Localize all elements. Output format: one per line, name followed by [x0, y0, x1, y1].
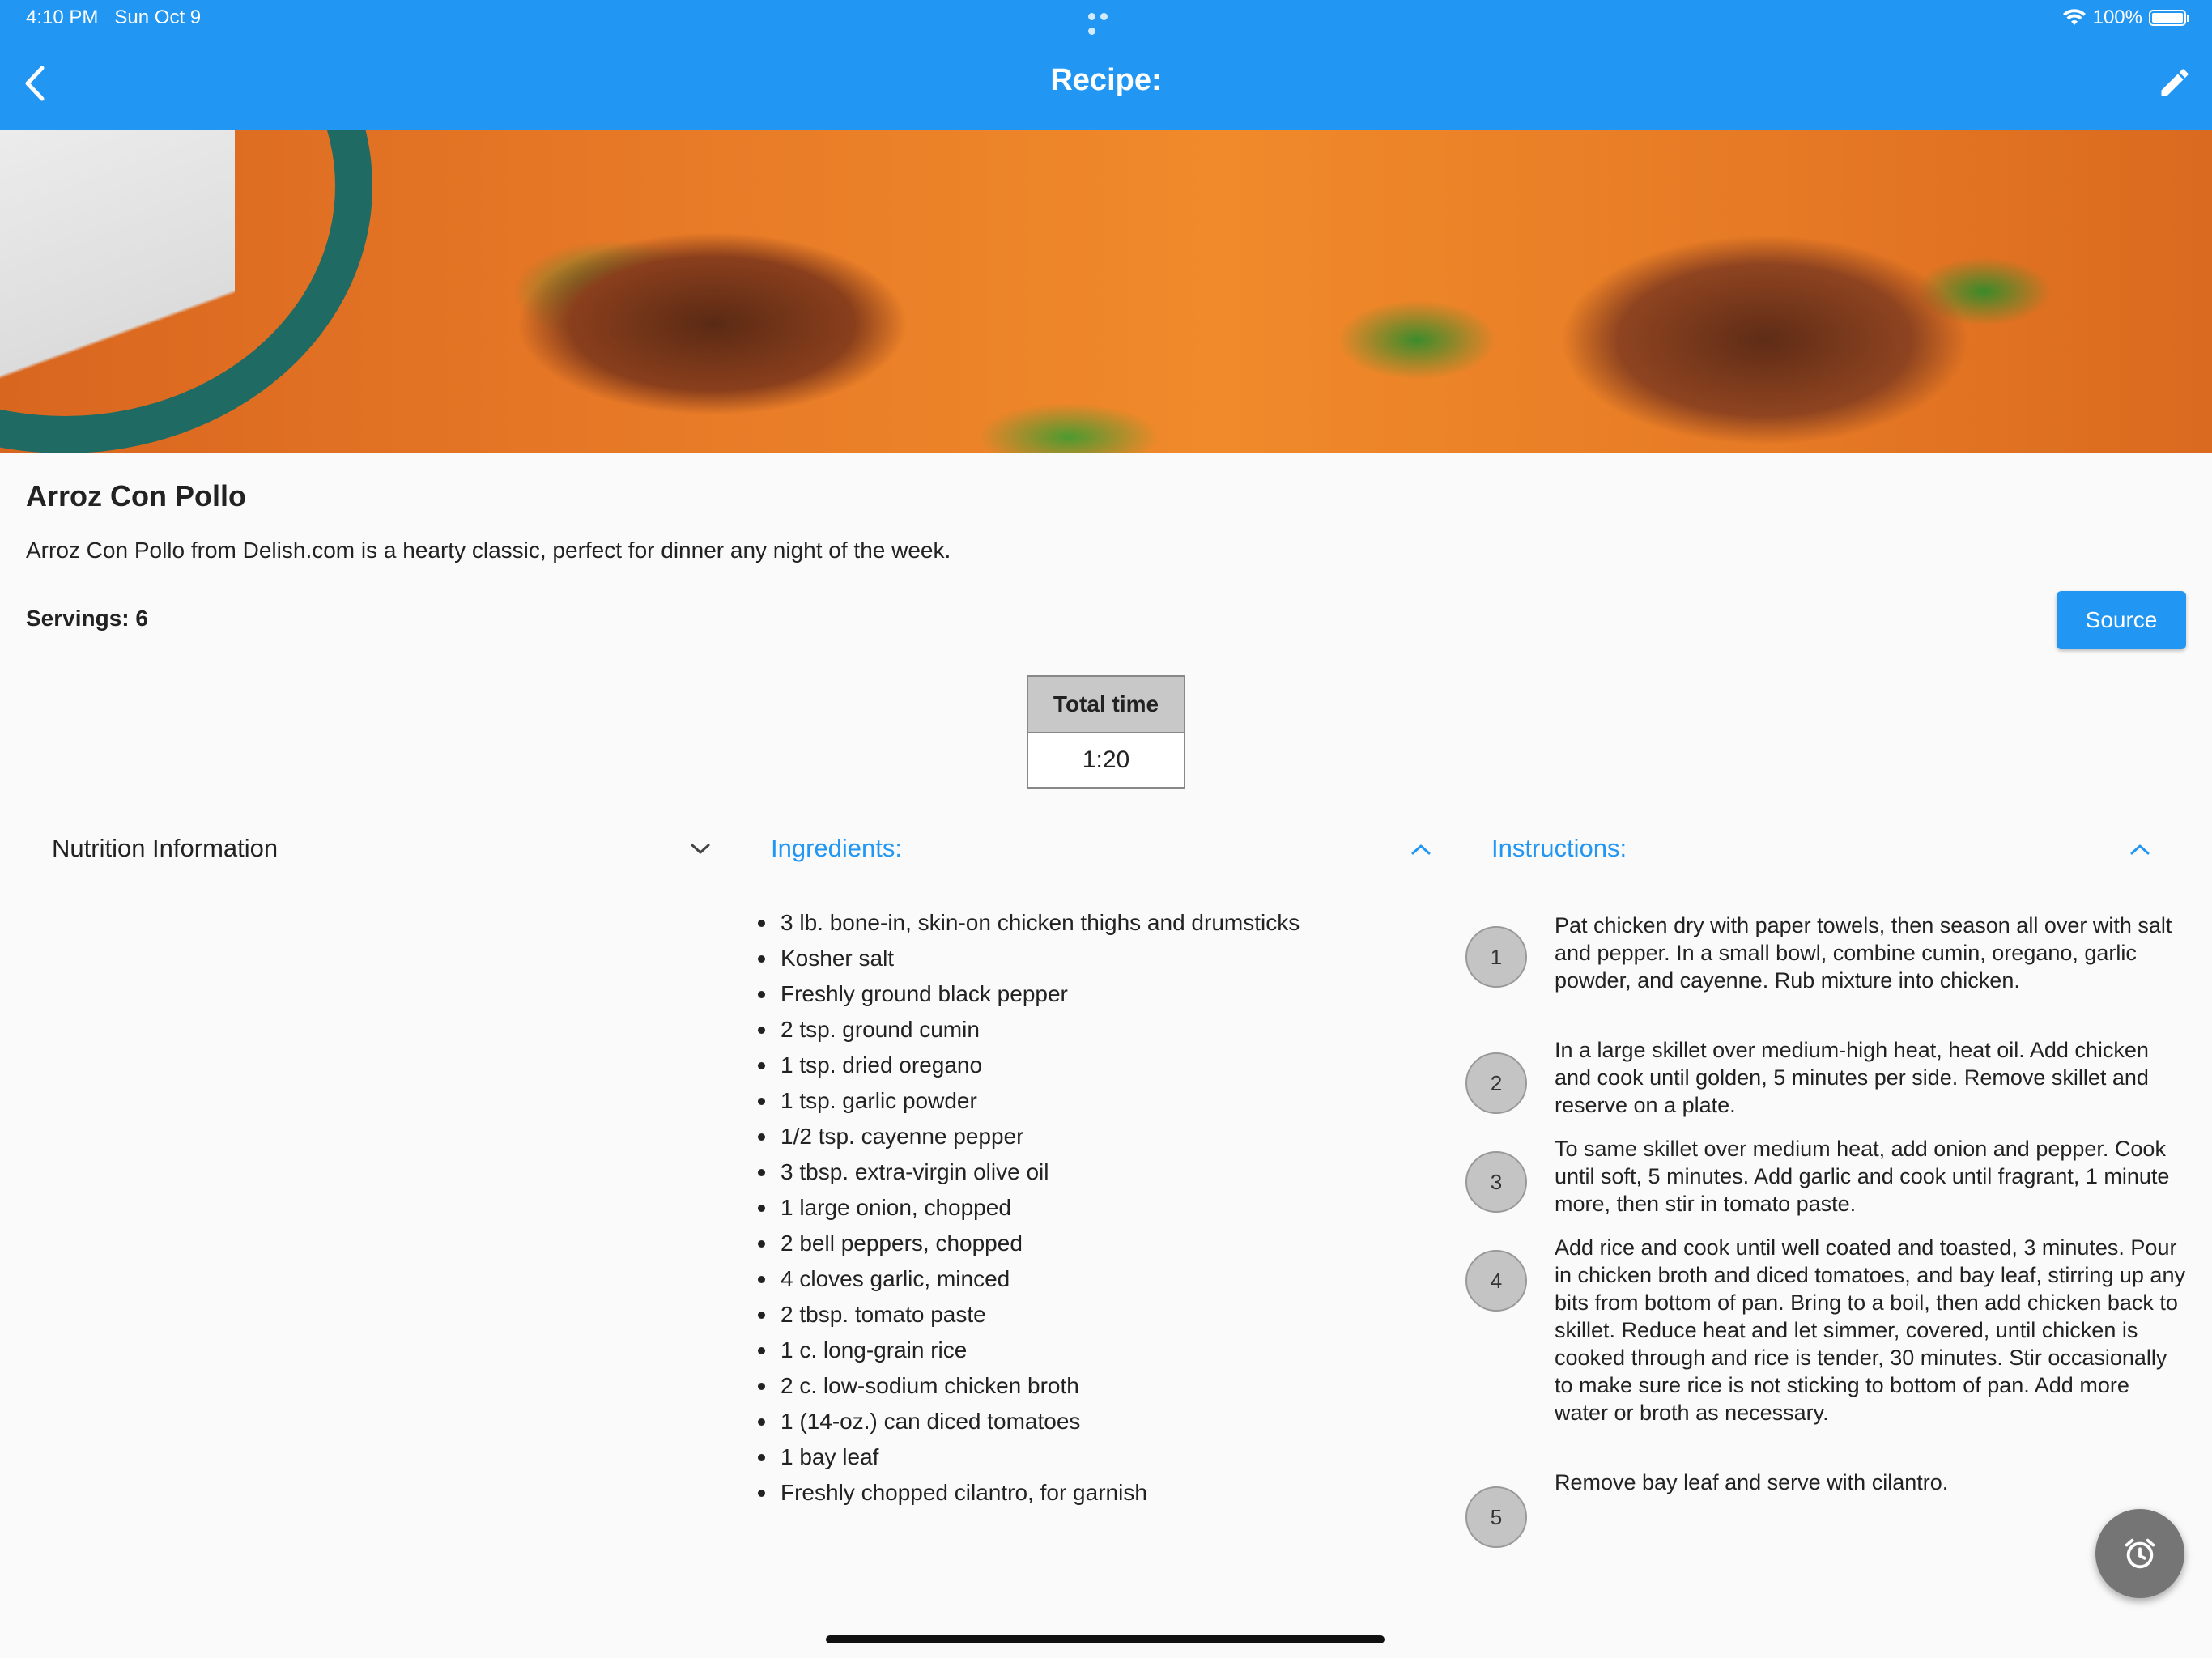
step-text: Add rice and cook until well coated and …	[1555, 1235, 2185, 1425]
ingredient-item: 1 large onion, chopped	[758, 1190, 1300, 1226]
ingredient-item: 2 bell peppers, chopped	[758, 1226, 1300, 1261]
multitasking-dots-icon[interactable]	[1088, 10, 1124, 35]
source-button[interactable]: Source	[2057, 591, 2186, 649]
ingredients-list: 3 lb. bone-in, skin-on chicken thighs an…	[758, 905, 1300, 1511]
step-text: In a large skillet over medium-high heat…	[1555, 1038, 2149, 1117]
step-number-badge: 1	[1465, 926, 1527, 988]
ingredient-item: 3 lb. bone-in, skin-on chicken thighs an…	[758, 905, 1300, 941]
ingredient-item: Freshly ground black pepper	[758, 976, 1300, 1012]
total-time-label: Total time	[1028, 677, 1184, 733]
recipe-description: Arroz Con Pollo from Delish.com is a hea…	[26, 538, 951, 563]
ingredient-item: Freshly chopped cilantro, for garnish	[758, 1475, 1300, 1511]
ingredient-item: 2 c. low-sodium chicken broth	[758, 1368, 1300, 1404]
battery-percent: 100%	[2092, 6, 2142, 28]
ingredient-item: 4 cloves garlic, minced	[758, 1261, 1300, 1297]
step-text: To same skillet over medium heat, add on…	[1555, 1137, 2170, 1216]
recipe-title: Arroz Con Pollo	[26, 479, 246, 512]
alarm-clock-icon	[2125, 1538, 2155, 1569]
status-right: 100%	[2062, 6, 2189, 29]
ingredients-header[interactable]: Ingredients:	[771, 834, 902, 863]
step-text: Pat chicken dry with paper towels, then …	[1555, 913, 2172, 993]
step-number-badge: 5	[1465, 1486, 1527, 1548]
step-number-badge: 3	[1465, 1151, 1527, 1213]
chevron-up-icon[interactable]	[1410, 842, 1431, 857]
home-indicator[interactable]	[826, 1635, 1385, 1643]
instructions-header[interactable]: Instructions:	[1491, 834, 1627, 863]
total-time-value: 1:20	[1028, 733, 1184, 787]
step-number-badge: 2	[1465, 1052, 1527, 1114]
ingredient-item: 1 (14-oz.) can diced tomatoes	[758, 1404, 1300, 1439]
ingredient-item: 3 tbsp. extra-virgin olive oil	[758, 1154, 1300, 1190]
timer-fab-button[interactable]	[2095, 1509, 2184, 1598]
nutrition-header[interactable]: Nutrition Information	[52, 834, 278, 863]
step-number-badge: 4	[1465, 1250, 1527, 1312]
ingredient-item: 1/2 tsp. cayenne pepper	[758, 1119, 1300, 1154]
ingredient-item: 1 tsp. dried oregano	[758, 1048, 1300, 1083]
ingredient-item: 2 tsp. ground cumin	[758, 1012, 1300, 1048]
step-text: Remove bay leaf and serve with cilantro.	[1555, 1470, 1949, 1494]
wifi-icon	[2062, 9, 2086, 25]
ingredient-item: 1 c. long-grain rice	[758, 1333, 1300, 1368]
recipe-hero-image	[0, 130, 2212, 453]
ingredient-item: 2 tbsp. tomato paste	[758, 1297, 1300, 1333]
page-title: Recipe:	[1050, 63, 1162, 97]
chevron-down-icon[interactable]	[690, 842, 711, 857]
ingredient-item: 1 tsp. garlic powder	[758, 1083, 1300, 1119]
servings-label: Servings: 6	[26, 606, 148, 631]
battery-icon	[2149, 10, 2189, 26]
ingredient-item: Kosher salt	[758, 941, 1300, 976]
ingredient-item: 1 bay leaf	[758, 1439, 1300, 1475]
total-time-table: Total time 1:20	[1027, 675, 1185, 789]
app-bar: 4:10 PM Sun Oct 9 100% Recipe:	[0, 0, 2212, 130]
status-time: 4:10 PM Sun Oct 9	[26, 6, 202, 28]
chevron-up-icon[interactable]	[2129, 842, 2150, 857]
pencil-icon[interactable]	[2157, 65, 2193, 100]
